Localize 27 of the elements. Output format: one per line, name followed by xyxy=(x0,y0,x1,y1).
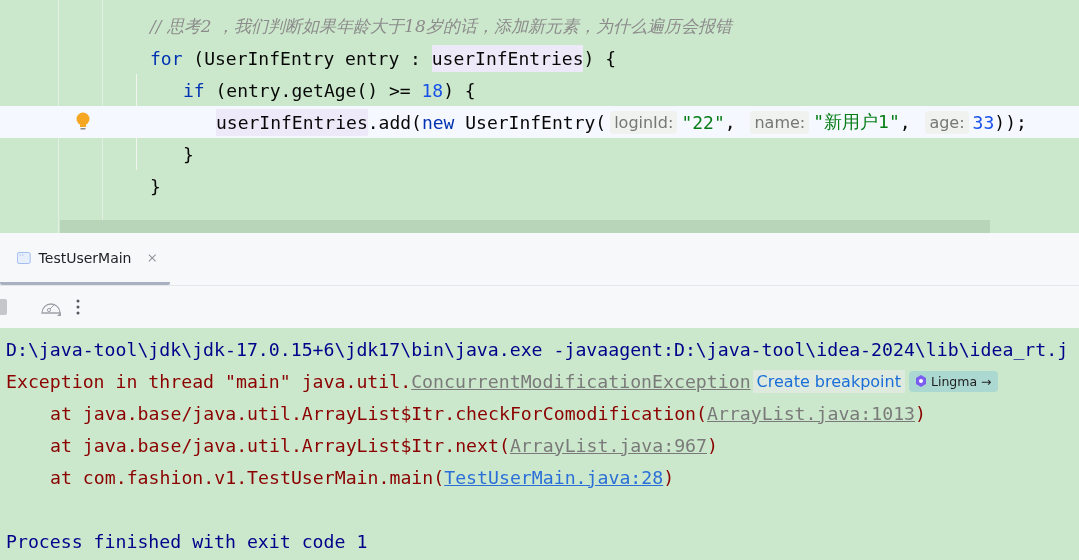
horizontal-scrollbar[interactable] xyxy=(60,220,990,233)
code-line: } xyxy=(183,142,195,167)
console-text: Exception in thread "main" java.util. xyxy=(6,370,412,392)
link[interactable]: TestUserMain.java:28 xyxy=(444,466,664,488)
ai-assistant-button[interactable]: Lingma → xyxy=(908,370,998,392)
lightbulb-icon[interactable] xyxy=(74,112,92,132)
create-breakpoint-link[interactable]: Create breakpoint xyxy=(752,369,905,393)
console-text: ) xyxy=(663,466,675,488)
stop-icon[interactable] xyxy=(0,299,8,315)
code-line: } xyxy=(150,174,162,199)
console-text: at java.base/java.util.ArrayList$Itr.next( xyxy=(50,434,510,456)
window-icon xyxy=(17,250,31,265)
console-text: ) xyxy=(915,402,926,424)
console-text: at java.base/java.util.ArrayList$Itr.checkForComodification( xyxy=(50,402,707,424)
code-line: if (entry.getAge() >= 18) { xyxy=(183,78,477,103)
code-line: for (UserInfEntry entry : userInfEntries) { xyxy=(150,42,1079,74)
console-text: D:\java-tool\jdk\jdk-17.0.15+6\jdk17\bin\java.exe -javaagent:D:\java-tool\idea-2024\lib\idea_rt.j xyxy=(6,338,1069,360)
console-text: Process finished with exit code 1 xyxy=(6,530,368,552)
link[interactable]: ArrayList.java:1013 xyxy=(707,402,916,424)
link[interactable]: ArrayList.java:967 xyxy=(509,434,707,456)
console-text: at com.fashion.v1.TestUserMain.main( xyxy=(50,466,445,488)
hexagon-icon xyxy=(914,375,927,387)
code-line: // 思考2 ，我们判断如果年龄大于18岁的话，添加新元素，为什么遍历会报错 xyxy=(150,14,735,38)
close-icon[interactable] xyxy=(147,252,156,263)
more-icon[interactable] xyxy=(76,299,80,315)
link[interactable]: ConcurrentModificationException xyxy=(411,370,751,392)
console-text: ) xyxy=(707,434,718,456)
